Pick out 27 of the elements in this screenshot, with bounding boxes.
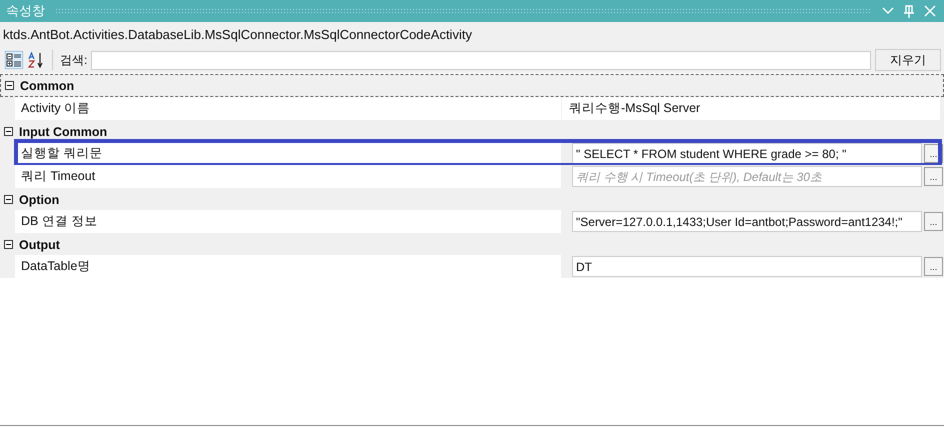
collapse-icon[interactable] — [4, 195, 13, 204]
categorized-view-icon[interactable] — [5, 51, 23, 69]
property-name[interactable]: DataTable명 — [15, 255, 561, 278]
category-header[interactable]: Option — [19, 192, 60, 206]
search-label: 검색: — [60, 52, 88, 68]
property-value-field[interactable]: "Server=127.0.0.1,1433;User Id=antbot;Password=ant1234!;" — [572, 211, 922, 232]
ellipsis-button[interactable]: ... — [924, 257, 943, 276]
category-header[interactable]: Output — [19, 238, 60, 252]
property-name[interactable]: DB 연결 정보 — [15, 210, 561, 233]
clear-button[interactable]: 지우기 — [875, 49, 941, 71]
property-name[interactable]: Activity 이름 — [15, 97, 561, 120]
sort-alphabetical-icon[interactable] — [27, 51, 45, 69]
category-header[interactable]: Input Common — [19, 124, 108, 138]
property-value-field[interactable]: " SELECT * FROM student WHERE grade >= 80; " — [572, 143, 922, 164]
property-value-field[interactable]: DT — [572, 256, 922, 277]
category-header[interactable]: Common — [20, 78, 74, 92]
property-value: 쿼리수행-MsSql Server — [562, 97, 940, 120]
property-name[interactable]: 쿼리 Timeout — [15, 165, 561, 188]
ellipsis-button[interactable]: ... — [924, 212, 943, 231]
collapse-icon[interactable] — [4, 240, 13, 249]
property-value-field[interactable]: 쿼리 수행 시 Timeout(초 단위), Default는 30초 — [572, 166, 922, 187]
collapse-icon[interactable] — [4, 127, 13, 136]
type-name: ktds.AntBot.Activities.DatabaseLib.MsSqlConnector.MsSqlConnectorCodeActivity — [0, 22, 944, 47]
search-field[interactable] — [91, 50, 871, 70]
collapse-icon[interactable] — [5, 81, 14, 90]
panel-title: 속성창 — [6, 2, 45, 20]
ellipsis-button[interactable]: ... — [924, 167, 943, 186]
